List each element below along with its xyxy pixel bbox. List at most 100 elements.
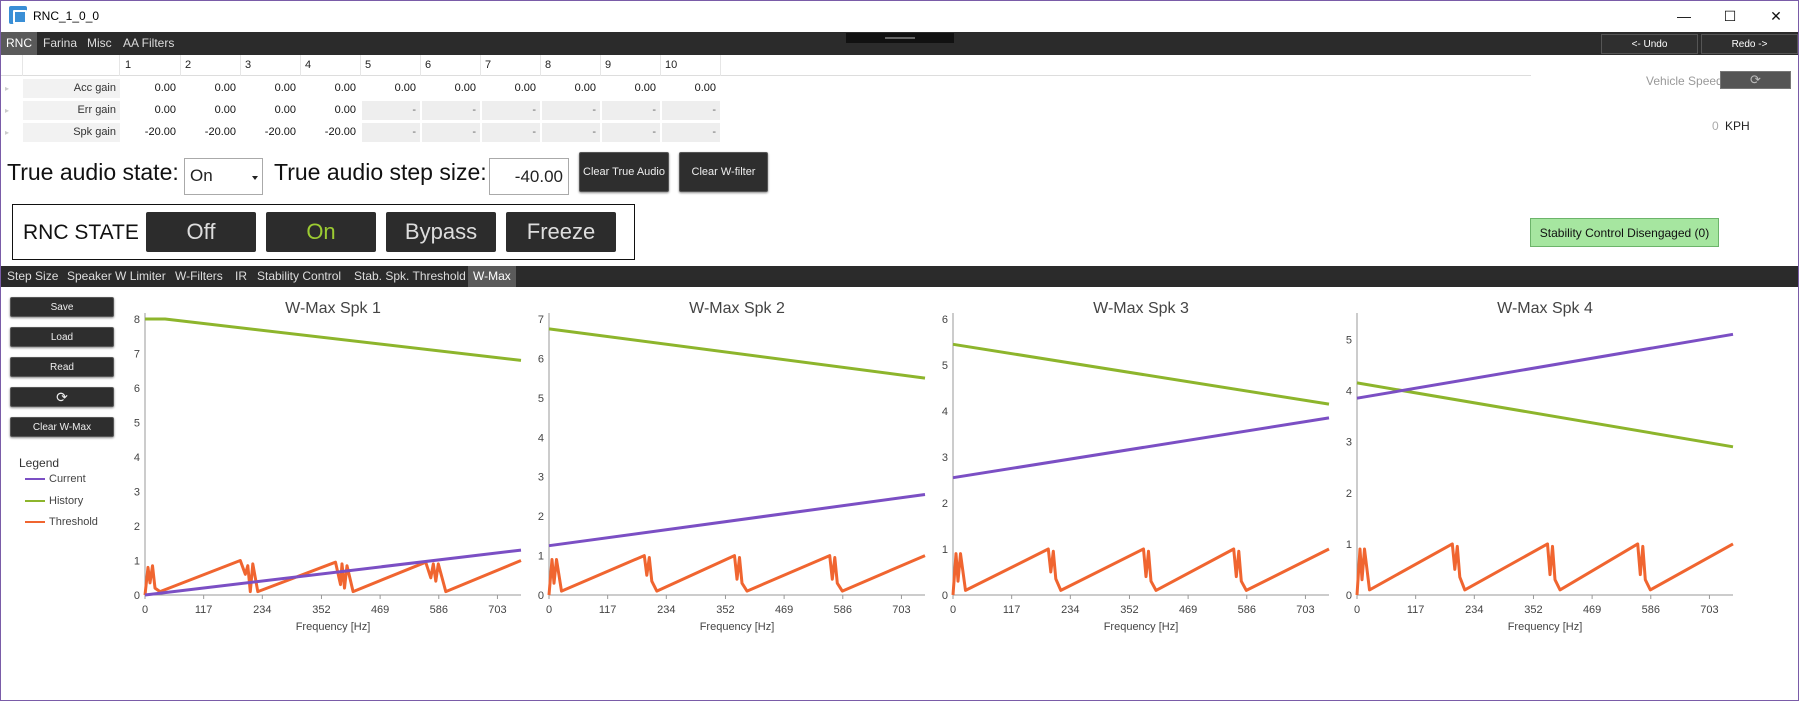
maximize-button[interactable]: ☐ bbox=[1707, 4, 1753, 28]
tab-misc[interactable]: Misc bbox=[82, 32, 117, 55]
row-expand-icon[interactable]: ▸ bbox=[5, 101, 15, 120]
row-expand-icon[interactable]: ▸ bbox=[5, 123, 15, 142]
grid-column-header[interactable]: 9 bbox=[601, 55, 661, 76]
y-tick-label: 0 bbox=[538, 590, 544, 602]
true-audio-state-label: True audio state: bbox=[7, 159, 179, 185]
x-axis-label: Frequency [Hz] bbox=[1508, 621, 1583, 633]
grid-column-header[interactable]: 1 bbox=[121, 55, 181, 76]
chart-title: W-Max Spk 3 bbox=[1093, 300, 1189, 317]
tab-stab-spk-threshold[interactable]: Stab. Spk. Threshold bbox=[349, 266, 471, 287]
grid-cell[interactable]: - bbox=[602, 101, 660, 120]
grid-cell[interactable]: 0.00 bbox=[302, 101, 360, 120]
grid-cell[interactable]: 0.00 bbox=[182, 101, 240, 120]
x-tick-label: 469 bbox=[1583, 604, 1601, 616]
grid-cell[interactable]: - bbox=[662, 123, 720, 142]
series-line-history bbox=[548, 327, 926, 380]
grid-cell[interactable]: 0.00 bbox=[242, 79, 300, 98]
grid-cell[interactable]: 0.00 bbox=[182, 79, 240, 98]
minimize-button[interactable]: — bbox=[1661, 4, 1707, 28]
grid-corner bbox=[1, 55, 23, 76]
grid-column-header[interactable]: 4 bbox=[301, 55, 361, 76]
grid-column-header[interactable]: 8 bbox=[541, 55, 601, 76]
grid-column-header[interactable]: 7 bbox=[481, 55, 541, 76]
grid-cell[interactable]: 0.00 bbox=[242, 101, 300, 120]
drag-handle[interactable] bbox=[846, 33, 954, 43]
tab-w-max[interactable]: W-Max bbox=[468, 266, 516, 287]
grid-cell[interactable]: - bbox=[362, 101, 420, 120]
x-tick-label: 352 bbox=[1120, 604, 1138, 616]
series-line-history bbox=[145, 317, 522, 362]
grid-cell[interactable]: - bbox=[362, 123, 420, 142]
tab-w-filters[interactable]: W-Filters bbox=[170, 266, 228, 287]
grid-cell[interactable]: 0.00 bbox=[122, 79, 180, 98]
x-tick-label: 352 bbox=[716, 604, 734, 616]
grid-cell[interactable]: - bbox=[482, 123, 540, 142]
tab-stability-control[interactable]: Stability Control bbox=[252, 266, 346, 287]
rnc-off-button[interactable]: Off bbox=[146, 212, 256, 252]
y-tick-label: 4 bbox=[134, 452, 140, 464]
grid-cell[interactable]: - bbox=[542, 123, 600, 142]
y-tick-label: 3 bbox=[538, 472, 544, 484]
y-tick-label: 2 bbox=[134, 521, 140, 533]
x-tick-label: 586 bbox=[430, 604, 448, 616]
grid-cell[interactable]: -20.00 bbox=[242, 123, 300, 142]
clear-w-filter-button[interactable]: Clear W-filter bbox=[679, 152, 768, 192]
grid-cell[interactable]: 0.00 bbox=[602, 79, 660, 98]
rnc-bypass-button[interactable]: Bypass bbox=[386, 212, 496, 252]
x-tick-label: 117 bbox=[599, 604, 617, 616]
close-button[interactable]: ✕ bbox=[1753, 4, 1798, 28]
grid-cell[interactable]: - bbox=[542, 101, 600, 120]
row-expand-icon[interactable]: ▸ bbox=[5, 79, 15, 98]
vehicle-speed-unit: KPH bbox=[1725, 119, 1750, 133]
grid-cell[interactable]: 0.00 bbox=[542, 79, 600, 98]
grid-column-header[interactable]: 2 bbox=[181, 55, 241, 76]
y-tick-label: 4 bbox=[942, 406, 948, 418]
grid-cell[interactable]: -20.00 bbox=[122, 123, 180, 142]
grid-cell[interactable]: 0.00 bbox=[362, 79, 420, 98]
undo-button[interactable]: <- Undo bbox=[1601, 34, 1698, 54]
grid-column-header[interactable]: 10 bbox=[661, 55, 721, 76]
grid-cell[interactable]: - bbox=[422, 123, 480, 142]
x-tick-label: 0 bbox=[546, 604, 552, 616]
grid-cell[interactable]: - bbox=[602, 123, 660, 142]
vehicle-speed-refresh-button[interactable]: ⟳ bbox=[1720, 71, 1791, 89]
vehicle-speed-value: 0 bbox=[1712, 119, 1719, 133]
grid-cell[interactable]: 0.00 bbox=[422, 79, 480, 98]
x-tick-label: 117 bbox=[195, 604, 213, 616]
tab-farina[interactable]: Farina bbox=[38, 32, 82, 55]
x-tick-label: 352 bbox=[312, 604, 330, 616]
y-tick-label: 5 bbox=[538, 393, 544, 405]
grid-cell[interactable]: 0.00 bbox=[482, 79, 540, 98]
true-audio-state-value: On bbox=[190, 166, 213, 185]
chart-title: W-Max Spk 2 bbox=[689, 300, 785, 317]
x-tick-label: 234 bbox=[253, 604, 271, 616]
grid-column-header[interactable]: 3 bbox=[241, 55, 301, 76]
grid-cell[interactable]: - bbox=[662, 101, 720, 120]
rnc-freeze-button[interactable]: Freeze bbox=[506, 212, 616, 252]
grid-cell[interactable]: - bbox=[422, 101, 480, 120]
grid-cell[interactable]: -20.00 bbox=[302, 123, 360, 142]
y-tick-label: 6 bbox=[134, 383, 140, 395]
rnc-on-button[interactable]: On bbox=[266, 212, 376, 252]
x-tick-label: 586 bbox=[1642, 604, 1660, 616]
grid-cell[interactable]: -20.00 bbox=[182, 123, 240, 142]
x-tick-label: 586 bbox=[834, 604, 852, 616]
true-audio-step-input[interactable]: -40.00 bbox=[489, 158, 569, 195]
true-audio-state-select[interactable]: On bbox=[184, 158, 263, 195]
rnc-state-label: RNC STATE bbox=[23, 221, 139, 244]
grid-column-header[interactable]: 6 bbox=[421, 55, 481, 76]
clear-true-audio-button[interactable]: Clear True Audio bbox=[579, 152, 669, 192]
redo-button[interactable]: Redo -> bbox=[1701, 34, 1798, 54]
grid-cell[interactable]: 0.00 bbox=[122, 101, 180, 120]
grid-cell[interactable]: 0.00 bbox=[302, 79, 360, 98]
tab-ir[interactable]: IR bbox=[230, 266, 252, 287]
refresh-icon: ⟳ bbox=[1750, 72, 1761, 87]
grid-column-header[interactable]: 5 bbox=[361, 55, 421, 76]
tab-rnc[interactable]: RNC bbox=[1, 32, 37, 55]
tab-aa-filters[interactable]: AA Filters bbox=[118, 32, 179, 55]
tab-step-size[interactable]: Step Size bbox=[2, 266, 63, 287]
grid-cell[interactable]: 0.00 bbox=[662, 79, 720, 98]
grid-cell[interactable]: - bbox=[482, 101, 540, 120]
grid-row-label: Err gain bbox=[23, 101, 120, 120]
tab-speaker-w-limiter[interactable]: Speaker W Limiter bbox=[62, 266, 171, 287]
